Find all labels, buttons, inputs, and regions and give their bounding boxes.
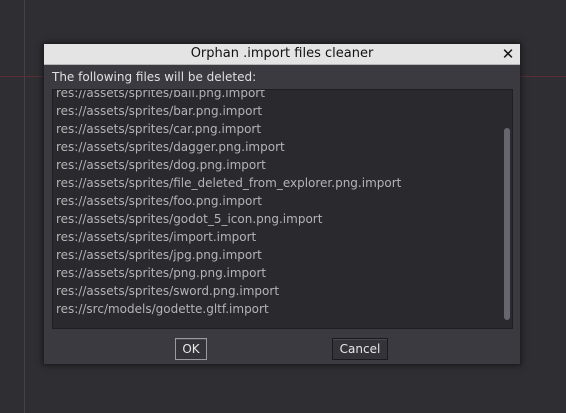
ok-button[interactable]: OK	[175, 338, 207, 360]
files-header-label: The following files will be deleted:	[52, 70, 257, 84]
dialog-title: Orphan .import files cleaner	[190, 46, 374, 61]
scrollbar-thumb[interactable]	[504, 128, 510, 320]
orphan-import-cleaner-dialog: Orphan .import files cleaner ✕ The follo…	[43, 43, 521, 365]
file-list-item[interactable]: res://assets/sprites/ball.png.import	[56, 90, 401, 102]
file-list[interactable]: res://assets/sprites/ball.png.import res:…	[52, 89, 513, 329]
file-list-item[interactable]: res://assets/sprites/file_deleted_from_e…	[56, 174, 401, 192]
file-list-item[interactable]: res://assets/sprites/dagger.png.import	[56, 138, 401, 156]
file-list-item[interactable]: res://assets/sprites/foo.png.import	[56, 192, 401, 210]
viewport-guide-vertical	[24, 0, 25, 413]
scrollbar-track[interactable]	[504, 94, 510, 324]
cancel-button[interactable]: Cancel	[332, 338, 388, 360]
dialog-titlebar[interactable]: Orphan .import files cleaner ✕	[44, 44, 520, 65]
file-list-item[interactable]: res://assets/sprites/png.png.import	[56, 264, 401, 282]
file-list-item[interactable]: res://assets/sprites/godot_5_icon.png.im…	[56, 210, 401, 228]
file-list-item[interactable]: res://assets/sprites/dog.png.import	[56, 156, 401, 174]
file-list-items: res://assets/sprites/ball.png.import res:…	[56, 90, 401, 318]
file-list-item[interactable]: res://assets/sprites/bar.png.import	[56, 102, 401, 120]
close-icon[interactable]: ✕	[500, 45, 516, 63]
file-list-item[interactable]: res://src/models/godette.gltf.import	[56, 300, 401, 318]
file-list-item[interactable]: res://assets/sprites/import.import	[56, 228, 401, 246]
file-list-item[interactable]: res://assets/sprites/car.png.import	[56, 120, 401, 138]
file-list-item[interactable]: res://assets/sprites/jpg.png.import	[56, 246, 401, 264]
file-list-item[interactable]: res://assets/sprites/sword.png.import	[56, 282, 401, 300]
